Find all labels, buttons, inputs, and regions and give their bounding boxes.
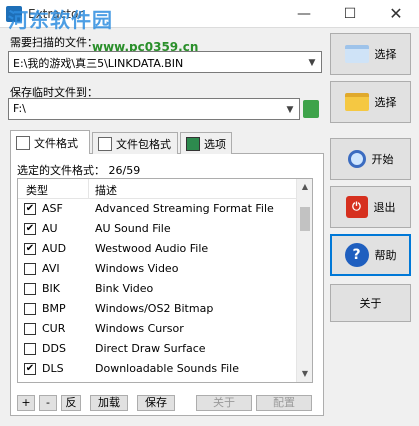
magnifier-icon [347, 150, 366, 168]
minimize-button[interactable]: — [281, 0, 327, 28]
add-button[interactable]: + [17, 395, 35, 411]
checkbox[interactable] [24, 303, 36, 315]
list-item[interactable]: ✔ AUD Westwood Audio File [18, 239, 298, 259]
checkbox[interactable]: ✔ [24, 243, 36, 255]
help-icon: ? [344, 243, 369, 267]
list-item[interactable]: DDS Direct Draw Surface [18, 339, 298, 359]
checkbox[interactable]: ✔ [24, 223, 36, 235]
checkbox[interactable] [24, 283, 36, 295]
config-button[interactable]: 配置 [256, 395, 312, 411]
source-file-combo[interactable]: E:\我的游戏\真三5\LINKDATA.BIN ▼ [8, 51, 322, 73]
title-bar: Extractor 河东软件园 — ☐ ✕ [0, 0, 419, 32]
save-button[interactable]: 保存 [137, 395, 175, 411]
remove-button[interactable]: - [39, 395, 57, 411]
list-item[interactable]: BMP Windows/OS2 Bitmap [18, 299, 298, 319]
load-button[interactable]: 加载 [90, 395, 128, 411]
scroll-up-icon[interactable]: ▲ [297, 179, 312, 195]
tab-package-formats[interactable]: 文件包格式 [92, 132, 178, 154]
start-button[interactable]: 开始 [330, 138, 411, 180]
list-item[interactable]: CUR Windows Cursor [18, 319, 298, 339]
list-item[interactable]: AVI Windows Video [18, 259, 298, 279]
selected-count-value: 26/59 [108, 164, 141, 177]
about-button[interactable]: 关于 [330, 284, 411, 322]
close-button[interactable]: ✕ [373, 0, 419, 28]
checkbox[interactable]: ✔ [24, 203, 36, 215]
select-temp-button[interactable]: 选择 [330, 81, 411, 123]
temp-folder-combo[interactable]: F:\ ▼ [8, 98, 300, 120]
scroll-down-icon[interactable]: ▼ [297, 366, 312, 382]
exit-button[interactable]: ⏻ 退出 [330, 186, 411, 228]
checkbox[interactable] [24, 343, 36, 355]
file-format-list[interactable]: 类型 描述 ✔ ASF Advanced Streaming Format Fi… [17, 178, 313, 383]
list-scrollbar[interactable]: ▲ ▼ [296, 179, 312, 382]
power-icon: ⏻ [345, 196, 368, 218]
list-item[interactable]: BIK Bink Video [18, 279, 298, 299]
list-header: 类型 描述 [18, 179, 298, 199]
tab-file-formats[interactable]: 文件格式 [10, 130, 90, 154]
list-item[interactable]: ✔ ASF Advanced Streaming Format File [18, 199, 298, 219]
recycle-icon[interactable] [303, 100, 319, 118]
invert-button[interactable]: 反 [61, 395, 81, 411]
selected-count-label: 选定的文件格式： 26/59 [17, 164, 141, 177]
select-source-button[interactable]: 选择 [330, 33, 411, 75]
chevron-down-icon[interactable]: ▼ [282, 100, 298, 119]
list-item[interactable]: ✔ AU AU Sound File [18, 219, 298, 239]
document-icon [16, 135, 30, 150]
document-icon [98, 136, 112, 151]
watermark-logo: 河东软件园 [8, 8, 113, 32]
checkbox[interactable] [24, 323, 36, 335]
open-folder-icon [344, 45, 369, 63]
column-type[interactable]: 类型 [26, 182, 48, 198]
checkbox[interactable]: ✔ [24, 363, 36, 375]
help-button[interactable]: ? 帮助 [330, 234, 411, 276]
folder-icon [344, 93, 369, 111]
checkbox[interactable] [24, 263, 36, 275]
list-item[interactable]: ✔ DLS Downloadable Sounds File [18, 359, 298, 379]
maximize-button[interactable]: ☐ [327, 0, 373, 28]
source-file-label: 需要扫描的文件： [10, 36, 98, 49]
chevron-down-icon[interactable]: ▼ [304, 53, 320, 72]
tab-options[interactable]: 选项 [180, 132, 232, 154]
column-description[interactable]: 描述 [95, 182, 117, 198]
scroll-thumb[interactable] [300, 207, 310, 231]
options-icon [186, 136, 200, 151]
temp-folder-value: F:\ [13, 102, 26, 115]
source-file-value: E:\我的游戏\真三5\LINKDATA.BIN [13, 57, 184, 70]
about-format-button[interactable]: 关于 [196, 395, 252, 411]
